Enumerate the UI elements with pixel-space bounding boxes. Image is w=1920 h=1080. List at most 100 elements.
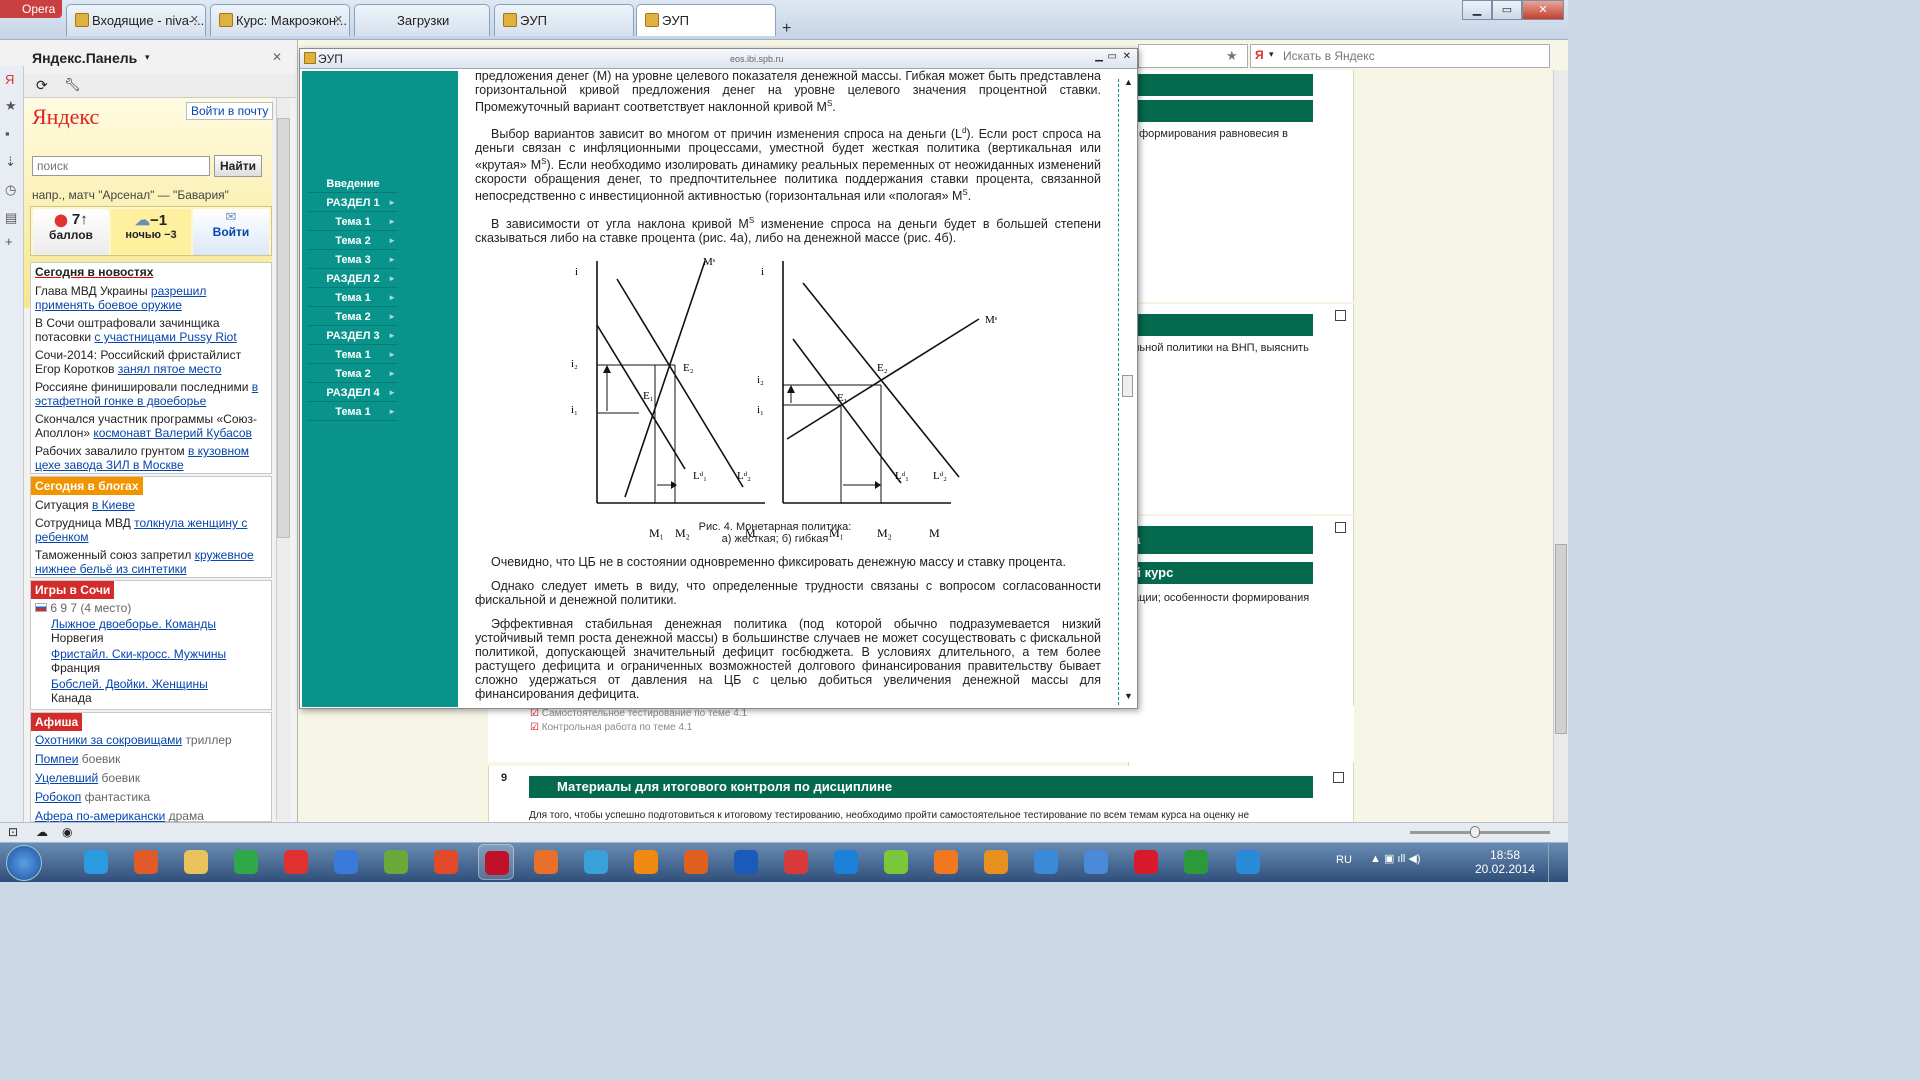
nav-topic-item[interactable]: Тема 1 ► [308, 403, 398, 421]
opera-menu-button[interactable]: Opera [0, 0, 62, 18]
collapse-checkbox[interactable] [1335, 310, 1346, 321]
event-link[interactable]: Бобслей. Двойки. Женщины [51, 677, 208, 691]
search-input[interactable] [32, 156, 210, 176]
star-icon[interactable]: ★ [5, 98, 19, 113]
refresh-icon[interactable]: ⟳ [36, 77, 48, 94]
scroll-thumb[interactable] [277, 118, 290, 538]
mail-widget[interactable]: ✉ Войти [193, 209, 269, 255]
taskbar-ie-icon[interactable] [878, 844, 914, 880]
film-link[interactable]: Уцелевший [35, 771, 98, 785]
taskbar-picasa-icon[interactable] [578, 844, 614, 880]
taskbar-thunderbird-icon[interactable] [78, 844, 114, 880]
taskbar-firefox-icon[interactable] [528, 844, 564, 880]
tab-eup-1[interactable]: ЭУП [494, 4, 634, 36]
nav-topic-item[interactable]: Тема 3 ► [308, 251, 398, 269]
games-title[interactable]: Игры в Сочи [31, 581, 115, 599]
zoom-slider[interactable] [1410, 826, 1550, 838]
new-tab-button[interactable]: + [782, 20, 791, 38]
afisha-title[interactable]: Афиша [31, 713, 83, 731]
news-link[interactable]: с участницами Pussy Riot [94, 330, 236, 344]
nav-topic-item[interactable]: Тема 1 ► [308, 346, 398, 364]
close-icon[interactable]: ✕ [190, 13, 199, 26]
tab-course[interactable]: Курс: Макроэкон... ✕ [210, 4, 350, 36]
close-icon[interactable]: ✕ [272, 50, 282, 64]
notes-icon[interactable]: ▪ [5, 126, 19, 141]
taskbar-editor-icon[interactable] [728, 844, 764, 880]
page-scrollbar[interactable] [1553, 70, 1568, 822]
panels-icon[interactable]: ▤ [5, 210, 19, 225]
taskbar-yandex-icon[interactable] [1128, 844, 1164, 880]
film-link[interactable]: Помпеи [35, 752, 78, 766]
film-link[interactable]: Охотники за сокровищами [35, 733, 182, 747]
scroll-thumb[interactable] [1555, 544, 1567, 734]
scroll-thumb[interactable] [1122, 375, 1133, 397]
taskbar-app-icon[interactable] [1028, 844, 1064, 880]
taskbar-explorer-icon[interactable] [178, 844, 214, 880]
show-desktop-button[interactable] [1548, 842, 1568, 882]
speeddial-icon[interactable]: ◉ [62, 825, 72, 839]
taskbar-utility-icon[interactable] [428, 844, 464, 880]
tab-inbox[interactable]: Входящие - niva-... ✕ [66, 4, 206, 36]
news-link[interactable]: космонавт Валерий Кубасов [93, 426, 252, 440]
collapse-checkbox[interactable] [1335, 522, 1346, 533]
nav-section-item[interactable]: РАЗДЕЛ 2 ► [308, 270, 398, 288]
nav-section-item[interactable]: РАЗДЕЛ 3 ► [308, 327, 398, 345]
maximize-button[interactable]: ▭ [1492, 0, 1522, 20]
taskbar-task-manager-icon[interactable] [378, 844, 414, 880]
popup-scrollbar[interactable]: ▲ ▼ [1118, 77, 1136, 705]
tab-downloads[interactable]: Загрузки [354, 4, 490, 36]
add-icon[interactable]: + [5, 234, 19, 249]
clock[interactable]: 18:58 20.02.2014 [1470, 848, 1540, 876]
taskbar-opera-icon[interactable] [478, 844, 514, 880]
taskbar-yandex-browser-icon[interactable] [278, 844, 314, 880]
close-icon[interactable]: ✕ [334, 13, 343, 26]
taskbar-powerpoint-icon[interactable] [128, 844, 164, 880]
maximize-button[interactable]: ▭ [1108, 51, 1117, 62]
star-icon[interactable]: ★ [1226, 48, 1238, 64]
taskbar-skype-like-icon[interactable] [1078, 844, 1114, 880]
downloads-icon[interactable]: ⇣ [5, 154, 19, 169]
panel-toggle-icon[interactable]: ⊡ [8, 825, 18, 839]
language-indicator[interactable]: RU [1336, 854, 1352, 866]
tray-icons[interactable]: ▲ ▣ ıll ◀) [1370, 852, 1421, 865]
weather-widget[interactable]: ☁−1 ночью −3 [111, 209, 191, 255]
close-window-button[interactable]: ✕ [1522, 0, 1564, 20]
search-button[interactable]: Найти [214, 155, 262, 177]
taskbar-reader-icon[interactable] [828, 844, 864, 880]
traffic-widget[interactable]: ⬤ 7↑ баллов [33, 209, 109, 255]
nav-topic-item[interactable]: Тема 1 ► [308, 213, 398, 231]
list-item[interactable]: ☑ Самостоятельное тестирование по теме 4… [530, 708, 747, 719]
news-link[interactable]: занял пятое место [118, 362, 222, 376]
taskbar-skype-icon[interactable] [1230, 844, 1266, 880]
taskbar-mail-icon[interactable] [328, 844, 364, 880]
nav-section-item[interactable]: РАЗДЕЛ 1 ► [308, 194, 398, 212]
taskbar-chrome-icon[interactable] [228, 844, 264, 880]
blog-link[interactable]: в Киеве [92, 498, 135, 512]
nav-topic-item[interactable]: Тема 2 ► [308, 365, 398, 383]
collapse-checkbox[interactable] [1333, 772, 1344, 783]
minimize-button[interactable]: ▁ [1462, 0, 1492, 20]
film-link[interactable]: Робокоп [35, 790, 81, 804]
login-mail-button[interactable]: Войти в почту [186, 102, 274, 120]
yandex-search-box[interactable]: Я ▾ Искать в Яндекс [1250, 44, 1550, 68]
taskbar-greenpoint-icon[interactable] [928, 844, 964, 880]
taskbar-odnoklassniki-icon[interactable] [978, 844, 1014, 880]
yandex-icon[interactable]: Я [5, 72, 19, 87]
nav-topic-item[interactable]: Тема 2 ► [308, 232, 398, 250]
close-button[interactable]: ✕ [1123, 51, 1131, 62]
taskbar-utorrent-icon[interactable] [1178, 844, 1214, 880]
search-suggest[interactable]: напр., матч "Арсенал" — "Бавария" [32, 188, 229, 202]
nav-topic-item[interactable]: Тема 1 ► [308, 289, 398, 307]
nav-section-item[interactable]: РАЗДЕЛ 4 ► [308, 384, 398, 402]
start-button[interactable] [6, 845, 42, 881]
event-link[interactable]: Лыжное двоеборье. Команды [51, 617, 216, 631]
film-link[interactable]: Афера по-американски [35, 809, 165, 823]
news-title[interactable]: Сегодня в новостях [31, 263, 157, 281]
wrench-icon[interactable]: 🔧︎ [64, 77, 81, 93]
minimize-button[interactable]: ▁ [1095, 51, 1103, 62]
taskbar-vlc-icon[interactable] [678, 844, 714, 880]
event-link[interactable]: Фристайл. Ски-кросс. Мужчины [51, 647, 226, 661]
cloud-icon[interactable]: ☁ [36, 825, 48, 839]
chevron-down-icon[interactable]: ▾ [145, 52, 150, 63]
list-item[interactable]: ☑ Контрольная работа по теме 4.1 [530, 722, 692, 733]
